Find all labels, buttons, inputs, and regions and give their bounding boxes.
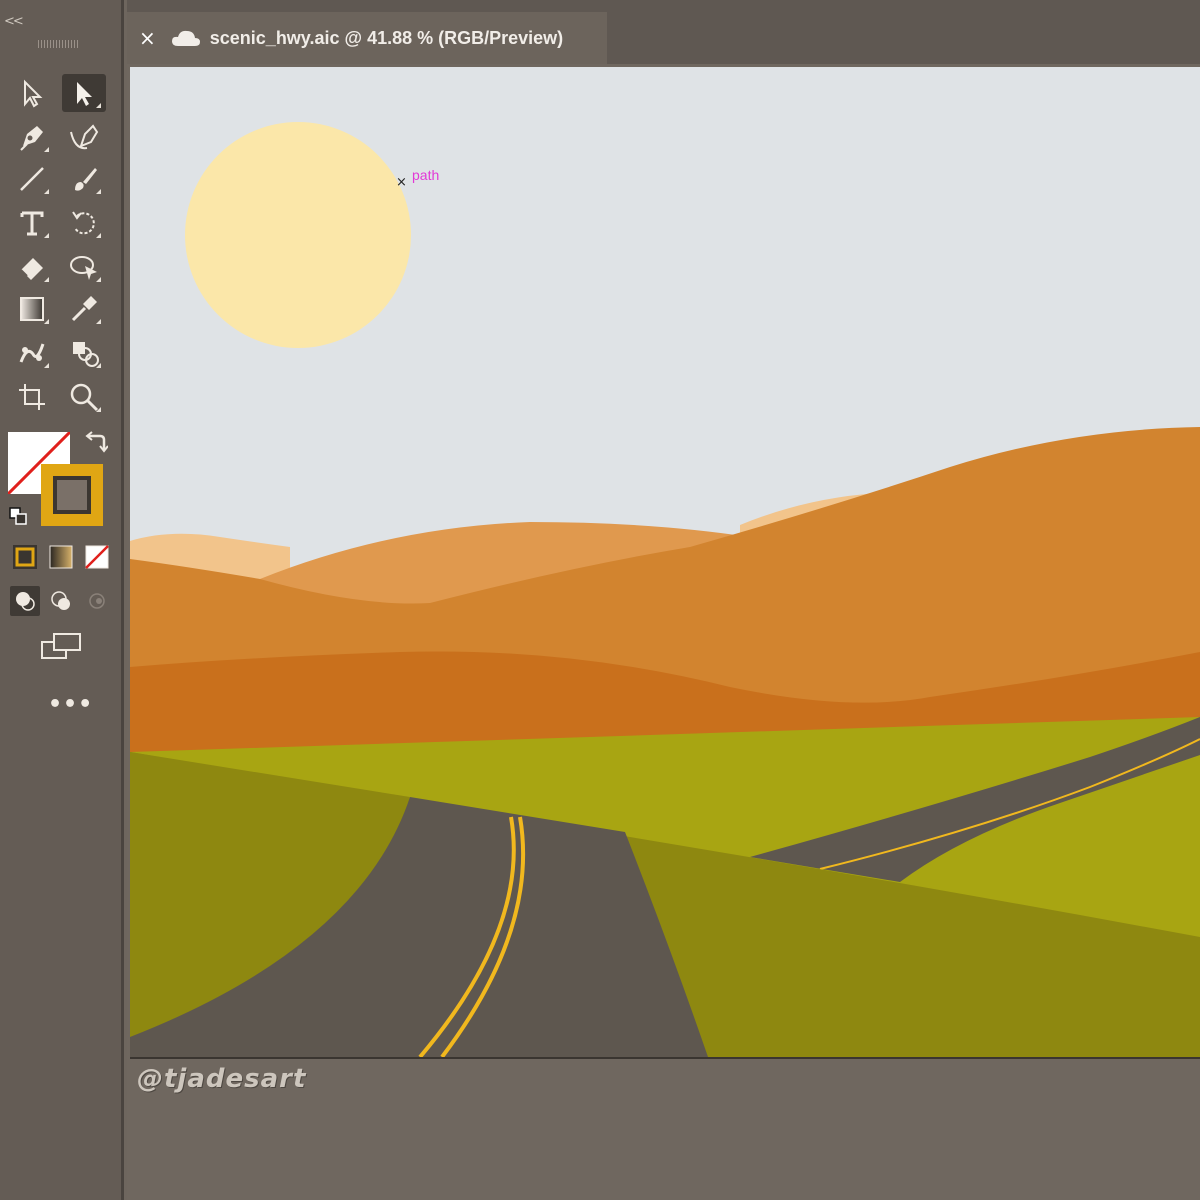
panel-grip[interactable]	[38, 40, 78, 48]
gradient-tool[interactable]	[10, 290, 54, 328]
type-tool[interactable]	[10, 204, 54, 242]
eraser-tool[interactable]	[10, 248, 54, 286]
rotate-tool[interactable]	[62, 204, 106, 242]
gradient-mode-button[interactable]	[46, 542, 76, 572]
selection-tool[interactable]	[62, 74, 106, 112]
none-mode-button[interactable]	[82, 542, 112, 572]
shape-builder-tool[interactable]	[62, 334, 106, 372]
puppet-warp-tool[interactable]	[10, 334, 54, 372]
paintbrush-tool[interactable]	[62, 160, 106, 198]
draw-inside-icon	[89, 593, 105, 609]
artboard-edge	[130, 1057, 1200, 1059]
artboard[interactable]: × path	[130, 67, 1200, 1057]
anchor-point-marker[interactable]: ×	[396, 176, 407, 189]
watermark: @tjadesart	[137, 1064, 307, 1094]
free-transform-tool[interactable]	[62, 248, 106, 286]
eyedropper-tool[interactable]	[62, 290, 106, 328]
document-tab[interactable]: × scenic_hwy.aic @ 41.88 % (RGB/Preview)	[127, 12, 607, 64]
curvature-icon	[70, 124, 99, 150]
curvature-tool[interactable]	[62, 118, 106, 156]
cloud-icon	[171, 30, 200, 46]
zoom-tool[interactable]	[62, 378, 106, 416]
artboard-tool[interactable]	[10, 378, 54, 416]
edit-toolbar-button[interactable]: •••	[48, 692, 93, 717]
close-tab-button[interactable]: ×	[139, 26, 156, 50]
document-title: scenic_hwy.aic @ 41.88 % (RGB/Preview)	[209, 27, 564, 48]
draw-inside-button[interactable]	[82, 586, 112, 616]
swap-fill-stroke-icon[interactable]	[84, 430, 108, 454]
artboard-icon	[19, 384, 45, 410]
line-segment-tool[interactable]	[10, 160, 54, 198]
screen-mode-icon[interactable]	[40, 632, 84, 662]
scenic-highway-illustration	[130, 67, 1200, 1057]
color-mode-button[interactable]	[10, 542, 40, 572]
draw-behind-button[interactable]	[46, 586, 76, 616]
default-fill-stroke-icon[interactable]	[8, 506, 28, 526]
direct-selection-icon	[24, 79, 43, 108]
smart-guide-path-label: path	[412, 167, 440, 183]
sun	[185, 122, 411, 348]
stroke-swatch[interactable]	[41, 464, 103, 526]
draw-behind-icon	[51, 591, 70, 610]
pen-tool[interactable]	[10, 118, 54, 156]
none-mode-icon	[85, 545, 109, 569]
document-tab-bar: × scenic_hwy.aic @ 41.88 % (RGB/Preview)	[127, 0, 1200, 64]
tools-panel: << •••	[0, 0, 124, 1200]
collapse-panel-button[interactable]: <<	[4, 14, 24, 29]
gradient-mode-icon	[49, 545, 73, 569]
draw-normal-button[interactable]	[10, 586, 40, 616]
color-mode-icon	[13, 545, 37, 569]
draw-normal-icon	[16, 592, 35, 611]
direct-selection-tool[interactable]	[10, 74, 54, 112]
canvas-area[interactable]: × path @tjadesart	[127, 64, 1200, 1200]
